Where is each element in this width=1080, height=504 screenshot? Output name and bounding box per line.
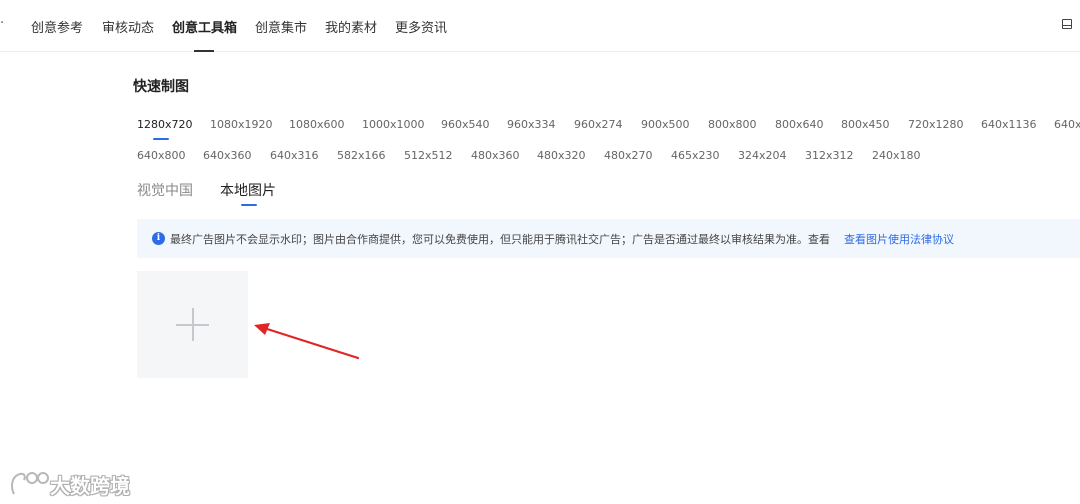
nav-item-more-news[interactable]: 更多资讯 [395,17,447,36]
watermark-text: 大数跨境 [50,474,130,498]
notice-banner: i 最终广告图片不会显示水印；图片由合作商提供，您可以免费使用，但只能用于腾讯社… [137,219,1080,258]
size-option[interactable]: 960x334 [507,118,556,131]
size-option[interactable]: 960x274 [574,118,623,131]
nav-item-creative-market[interactable]: 创意集市 [255,17,307,36]
section-title: 快速制图 [133,79,189,95]
tab-visual-china[interactable]: 视觉中国 [137,180,193,200]
size-option[interactable]: 800x640 [775,118,824,131]
notice-text: 最终广告图片不会显示水印；图片由合作商提供，您可以免费使用，但只能用于腾讯社交广… [170,233,830,246]
size-option[interactable]: 640x800 [137,149,186,162]
size-option[interactable]: 720x1280 [908,118,964,131]
nav-item-my-materials[interactable]: 我的素材 [325,17,377,36]
size-option[interactable]: 800x450 [841,118,890,131]
nav-item-review-updates[interactable]: 审核动态 [102,17,154,36]
size-option[interactable]: 640x1136 [981,118,1037,131]
size-option[interactable]: 640x316 [270,149,319,162]
size-option[interactable]: 465x230 [671,149,720,162]
legal-agreement-link[interactable]: 查看图片使用法律协议 [844,231,954,247]
upload-image-button[interactable] [137,271,248,378]
nav-active-indicator [194,50,214,52]
size-option[interactable]: 480x270 [604,149,653,162]
nav-edge-glyph: · [0,16,5,31]
size-option[interactable]: 1280x720 [137,118,193,131]
size-option[interactable]: 640x360 [203,149,252,162]
size-option[interactable]: 1080x600 [289,118,345,131]
size-option[interactable]: 582x166 [337,149,386,162]
tab-local-images[interactable]: 本地图片 [220,180,276,200]
window-icon[interactable] [1062,19,1072,29]
size-option[interactable]: 480x360 [471,149,520,162]
top-nav: · 创意参考 审核动态 创意工具箱 创意集市 我的素材 更多资讯 [0,0,1080,52]
info-icon: i [152,232,165,245]
size-selected-indicator [153,138,169,140]
size-option[interactable]: 324x204 [738,149,787,162]
size-option[interactable]: 240x180 [872,149,921,162]
tab-active-indicator [241,204,257,206]
red-arrow-annotation [254,323,360,360]
size-option[interactable]: 960x540 [441,118,490,131]
size-option[interactable]: 800x800 [708,118,757,131]
size-option[interactable]: 640x960 [1054,118,1080,131]
nav-item-creative-reference[interactable]: 创意参考 [31,17,83,36]
size-option[interactable]: 1000x1000 [362,118,425,131]
size-option[interactable]: 512x512 [404,149,453,162]
nav-item-creative-toolbox[interactable]: 创意工具箱 [172,17,237,36]
size-option[interactable]: 900x500 [641,118,690,131]
size-option[interactable]: 312x312 [805,149,854,162]
size-option[interactable]: 1080x1920 [210,118,273,131]
plus-icon-vertical [192,308,194,341]
size-option[interactable]: 480x320 [537,149,586,162]
